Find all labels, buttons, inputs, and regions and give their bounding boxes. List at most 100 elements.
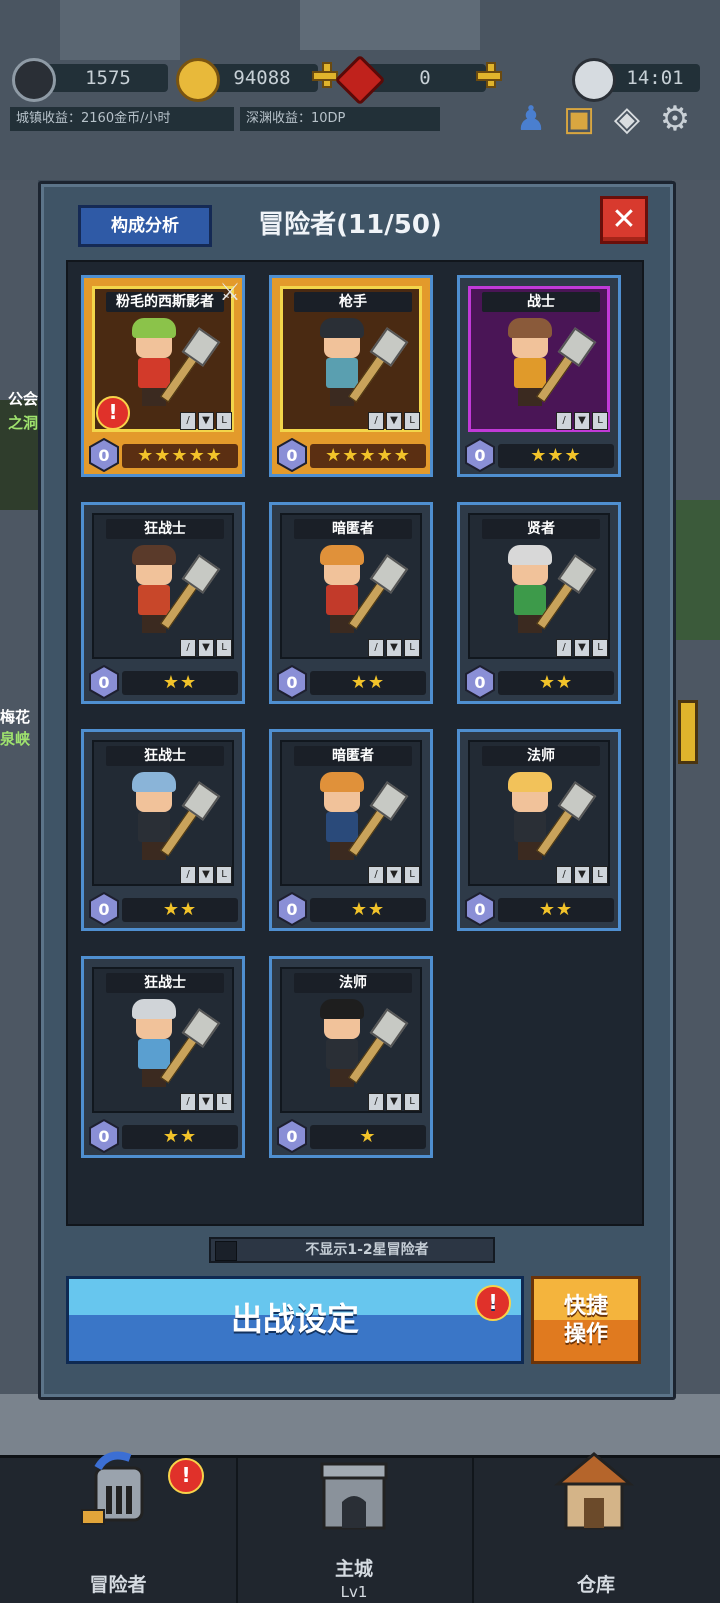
crossed-swords-icon: ⚔ <box>219 278 241 306</box>
adventurer-card[interactable]: 狂战士 / ▼ L 0 ★★ <box>81 729 245 931</box>
equipment-slots: / ▼ L <box>180 1093 232 1111</box>
boots-slot-icon: L <box>404 1093 420 1111</box>
weapon-slot-icon: / <box>180 1093 196 1111</box>
armor-slot-icon: ▼ <box>198 1093 214 1111</box>
clock-value: 14:01 <box>626 67 684 89</box>
abyss-income: 深渊收益：10DP <box>240 107 440 131</box>
level-number: 0 <box>98 900 109 919</box>
weapon-slot-icon: / <box>180 866 196 884</box>
add-gold-button[interactable] <box>310 60 340 90</box>
hexagon-badge-icon: 0 <box>277 438 307 472</box>
adventurer-class-name: 暗匿者 <box>294 519 412 539</box>
quick-action-label-1: 快捷 <box>563 1294 608 1319</box>
side-label-plum: 梅花 <box>0 708 31 726</box>
adventurer-card[interactable]: 暗匿者 / ▼ L 0 ★★ <box>269 729 433 931</box>
sprite-hair <box>132 318 176 338</box>
boots-slot-icon: L <box>404 639 420 657</box>
team-icon[interactable]: ♟ <box>508 96 554 142</box>
sprite-hair <box>320 318 364 338</box>
star-rating: ★★★ <box>498 444 614 468</box>
adventurer-card[interactable]: 粉毛的西斯影者 / ▼ L 0 ★★★★★! ⚔ <box>81 275 245 477</box>
star-rating: ★★ <box>498 671 614 695</box>
adventurer-card[interactable]: 贤者 / ▼ L 0 ★★ <box>457 502 621 704</box>
composition-analysis-button[interactable]: 构成分析 <box>78 205 212 247</box>
adventurer-card[interactable]: 战士 / ▼ L 0 ★★★ <box>457 275 621 477</box>
boots-slot-icon: L <box>592 412 608 430</box>
right-scenery <box>672 180 720 1450</box>
level-badge: 0 <box>464 892 496 926</box>
armor-slot-icon: ▼ <box>198 412 214 430</box>
nav-warehouse-label: 仓库 <box>576 1574 615 1596</box>
weapon-slot-icon: / <box>180 639 196 657</box>
weapon-slot-icon: / <box>368 866 384 884</box>
armor-slot-icon: ▼ <box>574 866 590 884</box>
checkbox[interactable] <box>215 1241 237 1261</box>
level-number: 0 <box>98 673 109 692</box>
adventurer-card[interactable]: 法师 / ▼ L 0 ★★ <box>457 729 621 931</box>
level-badge: 0 <box>88 892 120 926</box>
sprite-body <box>514 812 546 842</box>
equipment-slots: / ▼ L <box>556 866 608 884</box>
boots-slot-icon: L <box>216 639 232 657</box>
adventurer-card[interactable]: 暗匿者 / ▼ L 0 ★★ <box>269 502 433 704</box>
hide-low-star-toggle[interactable]: 不显示1-2星冒险者 <box>209 1237 495 1263</box>
adventurer-class-name: 狂战士 <box>106 973 224 993</box>
adventurer-card[interactable]: 狂战士 / ▼ L 0 ★★ <box>81 502 245 704</box>
settings-gear-icon[interactable]: ⚙ <box>652 96 698 142</box>
sprite-hair <box>320 772 364 792</box>
equipment-slots: / ▼ L <box>368 1093 420 1111</box>
sprite-body <box>326 585 358 615</box>
sprite-body <box>326 812 358 842</box>
equipment-slots: / ▼ L <box>556 639 608 657</box>
weapon-slot-icon: / <box>368 1093 384 1111</box>
nav-main-city-label: 主城 <box>334 1558 373 1580</box>
level-badge: 0 <box>276 892 308 926</box>
adventurer-card[interactable]: 法师 / ▼ L 0 ★ <box>269 956 433 1158</box>
equipment-slots: / ▼ L <box>180 866 232 884</box>
sprite-body <box>514 585 546 615</box>
close-button[interactable]: ✕ <box>600 196 648 244</box>
level-badge: 0 <box>464 438 496 472</box>
adventurer-sprite <box>314 999 370 1091</box>
equipment-slots: / ▼ L <box>180 639 232 657</box>
quick-action-button[interactable]: 快捷 操作 <box>531 1276 641 1364</box>
equipment-slots: / ▼ L <box>556 412 608 430</box>
compass-icon[interactable]: ◈ <box>604 96 650 142</box>
equipment-slots: / ▼ L <box>368 639 420 657</box>
armor-slot-icon: ▼ <box>386 639 402 657</box>
nav-adventurer[interactable]: ! 冒险者 <box>0 1451 238 1603</box>
shop-icon[interactable]: ▣ <box>556 96 602 142</box>
adventurer-card[interactable]: 狂战士 / ▼ L 0 ★★ <box>81 956 245 1158</box>
sprite-body <box>138 812 170 842</box>
nav-warehouse[interactable]: 仓库 <box>472 1452 720 1603</box>
add-gem-button[interactable] <box>474 60 504 90</box>
weapon-slot-icon: / <box>368 412 384 430</box>
level-number: 0 <box>286 1127 297 1146</box>
level-number: 0 <box>474 446 485 465</box>
star-rating: ★★ <box>122 898 238 922</box>
hexagon-badge-icon: 0 <box>465 665 495 699</box>
adventurer-class-name: 狂战士 <box>106 746 224 766</box>
armor-slot-icon: ▼ <box>574 639 590 657</box>
weapon-slot-icon: / <box>556 412 572 430</box>
level-number: 0 <box>286 446 297 465</box>
castle-icon <box>320 1462 388 1530</box>
adventurer-sprite <box>314 772 370 864</box>
boots-slot-icon: L <box>216 412 232 430</box>
battle-settings-button[interactable]: 出战设定 ! <box>66 1276 524 1364</box>
sprite-hair <box>132 772 176 792</box>
panel-title: 冒险者(11/50) <box>258 210 442 240</box>
star-rating: ★★ <box>122 1125 238 1149</box>
level-badge: 0 <box>276 1119 308 1153</box>
armor-slot-icon: ▼ <box>386 866 402 884</box>
knight-helmet-icon <box>81 1451 144 1525</box>
adventurer-class-name: 法师 <box>294 973 412 993</box>
adventurer-class-name: 暗匿者 <box>294 746 412 766</box>
nav-main-city[interactable]: 主城 Lv1 <box>236 1458 474 1603</box>
adventurer-class-name: 粉毛的西斯影者 <box>106 292 224 312</box>
exclamation-marker-icon[interactable] <box>678 700 698 764</box>
star-rating: ★★ <box>122 671 238 695</box>
side-label-cave: 之洞 <box>7 414 38 432</box>
adventurer-card[interactable]: 枪手 / ▼ L 0 ★★★★★ <box>269 275 433 477</box>
gem-value: 0 <box>419 67 431 89</box>
